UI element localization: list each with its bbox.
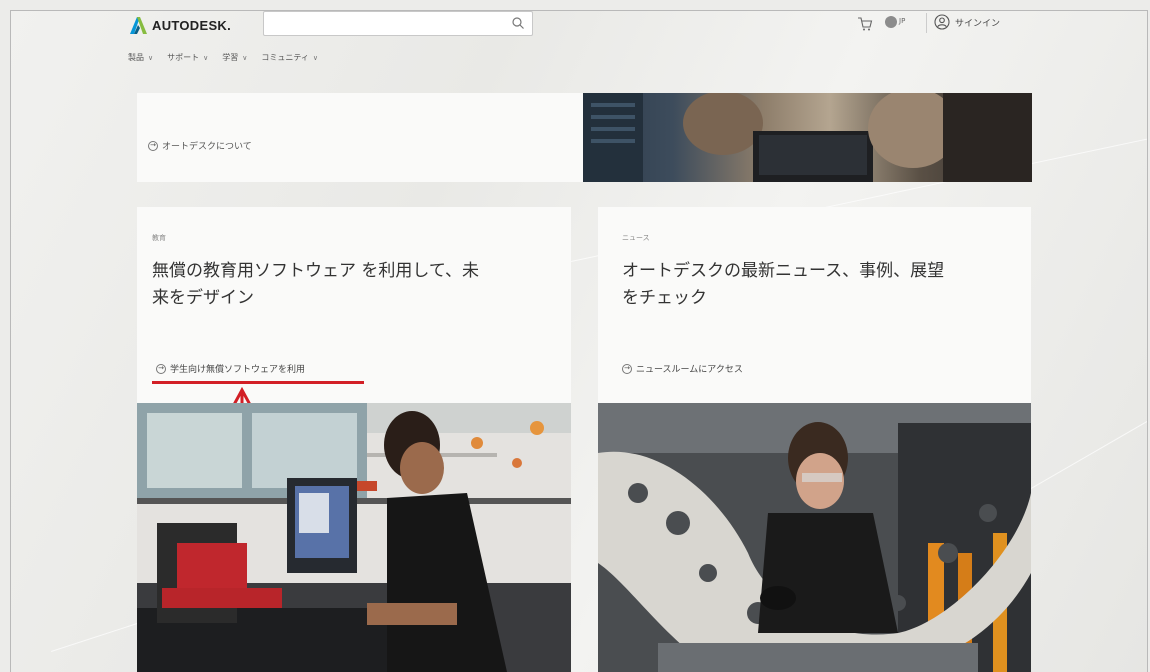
search-icon[interactable] [511,16,525,30]
sign-in-button[interactable]: サインイン [934,14,1000,30]
sign-in-label: サインイン [955,18,1001,29]
about-link-label: オートデスクについて [162,142,252,152]
news-headline-line: をチェック [622,288,707,308]
nav-item-label: 学習 [222,53,239,62]
header-divider [926,13,927,33]
office-photo-detail [583,93,1032,182]
news-headline: オートデスクの最新ニュース、事例、展望 をチェック [622,258,944,312]
student-photo-detail [137,403,571,672]
nav-item-community[interactable]: コミュニティ ∨ [261,52,318,63]
education-headline-line: 無償の教育用ソフトウェア を利用して、未 [152,261,480,281]
globe-icon[interactable] [885,16,897,28]
about-card [137,93,583,182]
user-icon [934,14,950,30]
arrow-circle-icon: → [156,363,166,374]
nav-item-label: コミュニティ [261,53,309,62]
nav-item-support[interactable]: サポート ∨ [167,52,208,63]
education-cta-label: 学生向け無償ソフトウェアを利用 [170,365,306,375]
education-cta-link[interactable]: → 学生向け無償ソフトウェアを利用 [156,362,305,375]
main-nav: 製品 ∨ サポート ∨ 学習 ∨ コミュニティ ∨ [128,52,318,63]
brand-name: AUTODESK. [152,17,232,33]
arrow-circle-icon: → [148,140,158,151]
cart-icon[interactable] [857,16,873,32]
education-headline-line: 来をデザイン [152,288,254,308]
engineer-photo [598,403,1031,672]
office-photo [583,93,1032,182]
chevron-down-icon: ∨ [242,53,248,62]
news-headline-line: オートデスクの最新ニュース、事例、展望 [622,261,945,281]
education-headline: 無償の教育用ソフトウェア を利用して、未 来をデザイン [152,258,479,312]
news-cta-label: ニュースルームにアクセス [636,365,743,375]
chevron-down-icon: ∨ [203,53,209,62]
arrow-circle-icon: → [622,363,632,374]
engineer-photo-detail [598,403,1031,672]
education-eyebrow: 教育 [152,234,166,242]
news-eyebrow: ニュース [622,234,650,242]
autodesk-logo[interactable]: AUTODESK. [128,15,231,35]
nav-item-label: サポート [167,53,200,62]
news-cta-link[interactable]: → ニュースルームにアクセス [622,362,743,375]
autodesk-logo-icon [130,17,147,34]
language-selector[interactable]: JP [899,17,905,25]
about-link[interactable]: → オートデスクについて [148,139,252,152]
search-input[interactable] [263,11,533,36]
chevron-down-icon: ∨ [312,53,319,62]
annotation-underline [152,381,364,384]
nav-item-products[interactable]: 製品 ∨ [128,52,153,63]
nav-item-learning[interactable]: 学習 ∨ [222,52,247,63]
nav-item-label: 製品 [128,53,144,62]
chevron-down-icon: ∨ [148,53,154,62]
student-photo [137,403,571,672]
